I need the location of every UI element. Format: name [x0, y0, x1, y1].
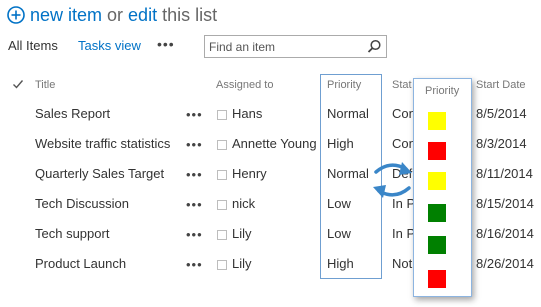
column-header-status[interactable]: Stat [392, 79, 412, 91]
column-header-priority[interactable]: Priority [327, 79, 361, 91]
row-checkbox[interactable] [217, 230, 227, 240]
row-priority: High [327, 136, 354, 151]
row-assigned-to: Annette Young [232, 136, 317, 151]
row-title[interactable]: Quarterly Sales Target [35, 166, 164, 181]
row-assigned-to: nick [232, 196, 256, 211]
swap-arrows-icon [373, 162, 412, 198]
row-start-date: 8/11/2014 [476, 166, 533, 181]
column-header-assigned-to[interactable]: Assigned to [216, 79, 273, 91]
row-start-date: 8/16/2014 [476, 226, 534, 241]
row-start-date: 8/26/2014 [476, 256, 534, 271]
row-title[interactable]: Tech Discussion [35, 196, 129, 211]
row-checkbox[interactable] [217, 200, 227, 210]
row-more-button[interactable]: ••• [186, 257, 203, 272]
row-checkbox[interactable] [217, 260, 227, 270]
row-more-button[interactable]: ••• [186, 197, 203, 212]
row-priority: Normal [327, 166, 369, 181]
search-box [204, 35, 387, 58]
row-checkbox[interactable] [217, 140, 227, 150]
column-header-start-date[interactable]: Start Date [476, 79, 526, 91]
search-input[interactable] [209, 38, 359, 55]
new-item-bar: new item or edit this list [7, 3, 217, 27]
priority-color-swatch [428, 142, 446, 160]
color-panel-header: Priority [425, 85, 460, 97]
new-item-link[interactable]: new item [30, 5, 102, 26]
checkmark-icon[interactable] [12, 78, 24, 90]
row-priority: Low [327, 196, 351, 211]
row-assigned-to: Lily [232, 226, 252, 241]
row-start-date: 8/5/2014 [476, 106, 527, 121]
priority-color-swatch [428, 172, 446, 190]
column-header-title[interactable]: Title [35, 79, 55, 91]
row-priority: High [327, 256, 354, 271]
row-priority: Low [327, 226, 351, 241]
row-more-button[interactable]: ••• [186, 107, 203, 122]
edit-list-link[interactable]: edit [128, 5, 157, 26]
row-more-button[interactable]: ••• [186, 137, 203, 152]
row-start-date: 8/3/2014 [476, 136, 527, 151]
row-priority: Normal [327, 106, 369, 121]
plus-circle-icon[interactable] [7, 6, 25, 24]
view-tasks[interactable]: Tasks view [78, 38, 141, 53]
this-list-text: this list [162, 4, 218, 25]
search-icon[interactable] [367, 39, 382, 54]
row-title[interactable]: Website traffic statistics [35, 136, 170, 151]
priority-color-panel: Priority [413, 78, 472, 297]
priority-color-swatch [428, 270, 446, 288]
view-all-items[interactable]: All Items [8, 38, 58, 53]
row-title[interactable]: Tech support [35, 226, 109, 241]
row-title[interactable]: Sales Report [35, 106, 110, 121]
row-assigned-to: Henry [232, 166, 267, 181]
row-assigned-to: Hans [232, 106, 263, 121]
or-text: or [107, 4, 124, 25]
row-title[interactable]: Product Launch [35, 256, 126, 271]
row-more-button[interactable]: ••• [186, 227, 203, 242]
priority-color-swatch [428, 112, 446, 130]
row-more-button[interactable]: ••• [186, 167, 203, 182]
priority-color-swatch [428, 236, 446, 254]
row-checkbox[interactable] [217, 170, 227, 180]
row-assigned-to: Lily [232, 256, 252, 271]
view-more-button[interactable]: ••• [157, 36, 175, 52]
row-checkbox[interactable] [217, 110, 227, 120]
row-start-date: 8/15/2014 [476, 196, 534, 211]
priority-color-swatch [428, 204, 446, 222]
